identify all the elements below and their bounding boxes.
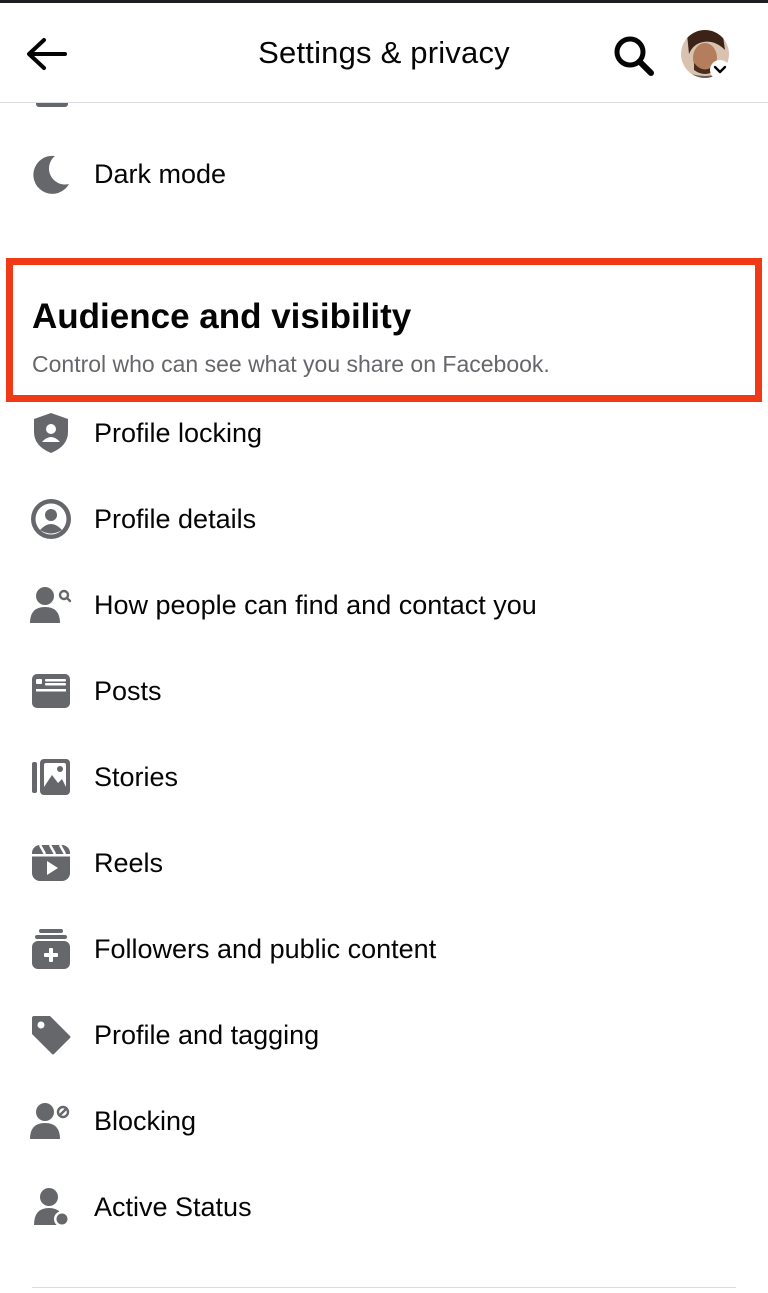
blocking-item[interactable]: Blocking xyxy=(0,1078,768,1164)
reels-label: Reels xyxy=(94,848,164,878)
stories-item[interactable]: Stories xyxy=(0,734,768,820)
chevron-down-icon[interactable] xyxy=(710,60,730,80)
partial-list-icon xyxy=(36,103,68,107)
active-status-item[interactable]: Active Status xyxy=(0,1164,768,1250)
dark-mode-label: Dark mode xyxy=(94,159,227,189)
block-user-icon xyxy=(30,1100,72,1142)
stories-label: Stories xyxy=(94,762,179,792)
profile-details-label: Profile details xyxy=(94,504,257,534)
followers-item[interactable]: Followers and public content xyxy=(0,906,768,992)
reels-icon xyxy=(30,842,72,884)
blocking-label: Blocking xyxy=(94,1106,197,1136)
profile-locking-label: Profile locking xyxy=(94,418,263,448)
profile-locking-item[interactable]: Profile locking xyxy=(0,390,768,476)
profile-details-item[interactable]: Profile details xyxy=(0,476,768,562)
posts-item[interactable]: Posts xyxy=(0,648,768,734)
profile-tagging-label: Profile and tagging xyxy=(94,1020,320,1050)
stories-icon xyxy=(30,756,72,798)
active-status-icon xyxy=(30,1186,72,1228)
tag-icon xyxy=(30,1014,72,1056)
header-bar: Settings & privacy xyxy=(0,3,768,103)
user-circle-icon xyxy=(30,498,72,540)
section-title: Audience and visibility xyxy=(32,297,412,336)
divider xyxy=(32,1287,736,1288)
dark-mode-item[interactable]: Dark mode xyxy=(0,131,768,217)
profile-tagging-item[interactable]: Profile and tagging xyxy=(0,992,768,1078)
section-subtitle: Control who can see what you share on Fa… xyxy=(32,351,550,377)
search-icon xyxy=(612,34,656,78)
find-contact-item[interactable]: How people can find and contact you xyxy=(0,562,768,648)
moon-icon xyxy=(30,153,72,195)
search-button[interactable] xyxy=(607,31,661,81)
person-search-icon xyxy=(30,584,72,626)
find-contact-label: How people can find and contact you xyxy=(94,590,537,620)
reels-item[interactable]: Reels xyxy=(0,820,768,906)
posts-label: Posts xyxy=(94,676,162,706)
followers-icon xyxy=(30,928,72,970)
active-status-label: Active Status xyxy=(94,1192,252,1222)
shield-user-icon xyxy=(30,412,72,454)
posts-icon xyxy=(30,670,72,712)
audience-visibility-section: Audience and visibility Control who can … xyxy=(6,258,762,402)
followers-label: Followers and public content xyxy=(94,934,437,964)
